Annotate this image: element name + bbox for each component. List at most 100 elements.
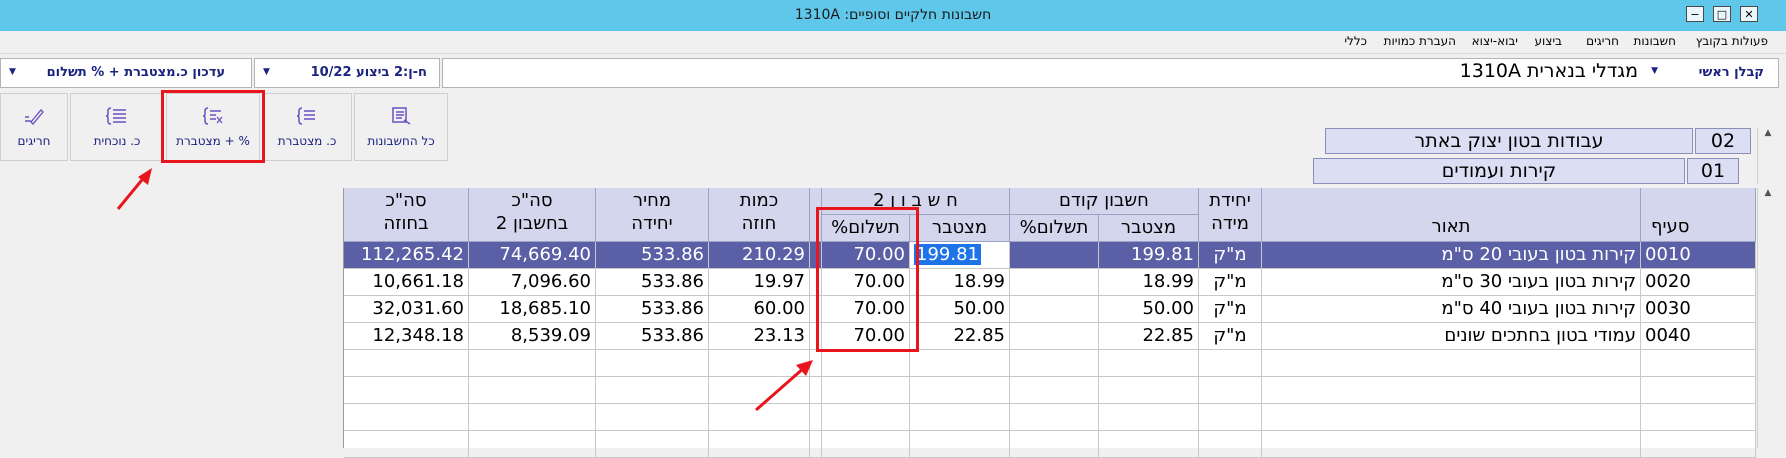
empty-cell	[822, 431, 910, 458]
highlight-box	[816, 207, 919, 352]
empty-cell	[1641, 377, 1756, 404]
empty-cell	[344, 350, 469, 377]
empty-cell	[910, 404, 1010, 431]
exceptions-button[interactable]: חריגים	[0, 93, 68, 161]
selector-row: ▼ עדכון כ.מצטברת + % תשלום ▼ ח-ן:2 ביצוע…	[0, 55, 1786, 91]
cell-cumulative[interactable]: 22.85	[910, 323, 1010, 350]
cell-price[interactable]: 533.86	[596, 323, 709, 350]
cell-price[interactable]: 533.86	[596, 269, 709, 296]
header-prev-cumulative: מצטבר	[1099, 215, 1199, 242]
cell-prev-cumulative[interactable]: 50.00	[1099, 296, 1199, 323]
cell-total-contract[interactable]: 10,661.18	[344, 269, 469, 296]
cell-price[interactable]: 533.86	[596, 296, 709, 323]
empty-cell	[1099, 404, 1199, 431]
data-grid: סה"כ בחוזה סה"כ בחשבון 2 מחיר יחידה כמות…	[343, 188, 1756, 458]
cell-section[interactable]: 0010	[1641, 242, 1756, 269]
empty-cell	[1641, 404, 1756, 431]
cell-prev-pay[interactable]	[1010, 323, 1099, 350]
empty-cell	[1199, 431, 1262, 458]
cell-total-bill[interactable]: 18,685.10	[469, 296, 596, 323]
cell-unit[interactable]: מ"ק	[1199, 269, 1262, 296]
header-bill2-cumulative: מצטבר	[910, 215, 1010, 242]
cell-prev-pay[interactable]	[1010, 269, 1099, 296]
cell-total-contract[interactable]: 112,265.42	[344, 242, 469, 269]
empty-cell	[822, 350, 910, 377]
annotation-arrow	[116, 168, 152, 210]
cell-section[interactable]: 0020	[1641, 269, 1756, 296]
cell-description[interactable]: עמודי בטון בחתכים שונים	[1262, 323, 1641, 350]
chevron-up-icon: ▲	[1764, 128, 1772, 138]
project-select[interactable]: קבלן ראשי ▼ 1310A מגדלי בנארית	[442, 58, 1779, 88]
empty-cell	[469, 377, 596, 404]
cell-total-bill[interactable]: 7,096.60	[469, 269, 596, 296]
grid-scrollbar[interactable]: ▲	[1757, 188, 1778, 448]
cell-section[interactable]: 0040	[1641, 323, 1756, 350]
menu-execution[interactable]: ביצוע	[1534, 34, 1562, 48]
menu-bar: פעולות בקובץ חשבונות חריגים ביצוע יבוא-י…	[0, 31, 1786, 54]
cell-prev-cumulative[interactable]: 199.81	[1099, 242, 1199, 269]
cell-unit[interactable]: מ"ק	[1199, 323, 1262, 350]
editing-value[interactable]: 199.81	[914, 244, 981, 265]
bill-select[interactable]: ▼ ח-ן:2 ביצוע 10/22	[254, 58, 440, 88]
cell-total-contract[interactable]: 12,348.18	[344, 323, 469, 350]
header-total-bill: סה"כ בחשבון 2	[469, 188, 596, 242]
cell-prev-pay[interactable]	[1010, 242, 1099, 269]
empty-cell	[469, 431, 596, 458]
cell-prev-cumulative[interactable]: 22.85	[1099, 323, 1199, 350]
empty-cell	[810, 431, 822, 458]
menu-transfer-quantities[interactable]: העברת כמויות	[1384, 34, 1456, 48]
header-contract-qty: כמות חוזה	[709, 188, 810, 242]
cell-description[interactable]: קירות בטון בעובי 20 ס"מ	[1262, 242, 1641, 269]
cell-prev-pay[interactable]	[1010, 296, 1099, 323]
close-button[interactable]: ✕	[1740, 6, 1758, 22]
menu-file-actions[interactable]: פעולות בקובץ	[1696, 34, 1768, 48]
empty-cell	[469, 350, 596, 377]
cumulative-button[interactable]: כ. מצטברת	[262, 93, 352, 161]
cell-total-bill[interactable]: 74,669.40	[469, 242, 596, 269]
header-description: תאור	[1262, 188, 1641, 242]
cell-section[interactable]: 0030	[1641, 296, 1756, 323]
empty-cell	[822, 377, 910, 404]
empty-cell	[1099, 377, 1199, 404]
cell-unit[interactable]: מ"ק	[1199, 296, 1262, 323]
contractor-label: קבלן ראשי	[1698, 65, 1764, 80]
cell-unit[interactable]: מ"ק	[1199, 242, 1262, 269]
all-bills-icon	[392, 107, 411, 125]
menu-exceptions[interactable]: חריגים	[1586, 34, 1619, 48]
all-bills-button[interactable]: כל החשבונות	[354, 93, 448, 161]
header-prev-pay: %תשלום	[1010, 215, 1099, 242]
cell-total-contract[interactable]: 32,031.60	[344, 296, 469, 323]
cell-price[interactable]: 533.86	[596, 242, 709, 269]
category-scrollbar[interactable]: ▲	[1757, 128, 1778, 184]
empty-cell	[596, 377, 709, 404]
cell-prev-cumulative[interactable]: 18.99	[1099, 269, 1199, 296]
cell-cumulative[interactable]: 199.81	[910, 242, 1010, 269]
header-section: סעיף	[1641, 188, 1756, 242]
current-qty-button[interactable]: כ. נוכחית	[70, 93, 164, 161]
empty-cell	[1262, 377, 1641, 404]
minimize-button[interactable]: −	[1686, 6, 1704, 22]
maximize-button[interactable]: □	[1713, 6, 1731, 22]
update-mode-select[interactable]: ▼ עדכון כ.מצטברת + % תשלום	[0, 58, 252, 88]
empty-cell	[344, 377, 469, 404]
cell-qty[interactable]: 19.97	[709, 269, 810, 296]
cell-qty[interactable]: 60.00	[709, 296, 810, 323]
menu-bills[interactable]: חשבונות	[1633, 34, 1676, 48]
cumulative-icon	[296, 107, 315, 125]
cell-qty[interactable]: 210.29	[709, 242, 810, 269]
menu-import-export[interactable]: יבוא-יצוא	[1472, 34, 1518, 48]
cell-description[interactable]: קירות בטון בעובי 40 ס"מ	[1262, 296, 1641, 323]
cell-cumulative[interactable]: 50.00	[910, 296, 1010, 323]
empty-cell	[1099, 350, 1199, 377]
cell-cumulative[interactable]: 18.99	[910, 269, 1010, 296]
cell-description[interactable]: קירות בטון בעובי 30 ס"מ	[1262, 269, 1641, 296]
current-qty-icon	[106, 107, 126, 125]
empty-cell	[1199, 377, 1262, 404]
cell-total-bill[interactable]: 8,539.09	[469, 323, 596, 350]
chevron-down-icon: ▼	[263, 67, 270, 77]
chevron-down-icon: ▼	[1651, 66, 1658, 76]
header-total-contract: סה"כ בחוזה	[344, 188, 469, 242]
menu-general[interactable]: כללי	[1344, 34, 1367, 48]
empty-cell	[1262, 431, 1641, 458]
cell-qty[interactable]: 23.13	[709, 323, 810, 350]
